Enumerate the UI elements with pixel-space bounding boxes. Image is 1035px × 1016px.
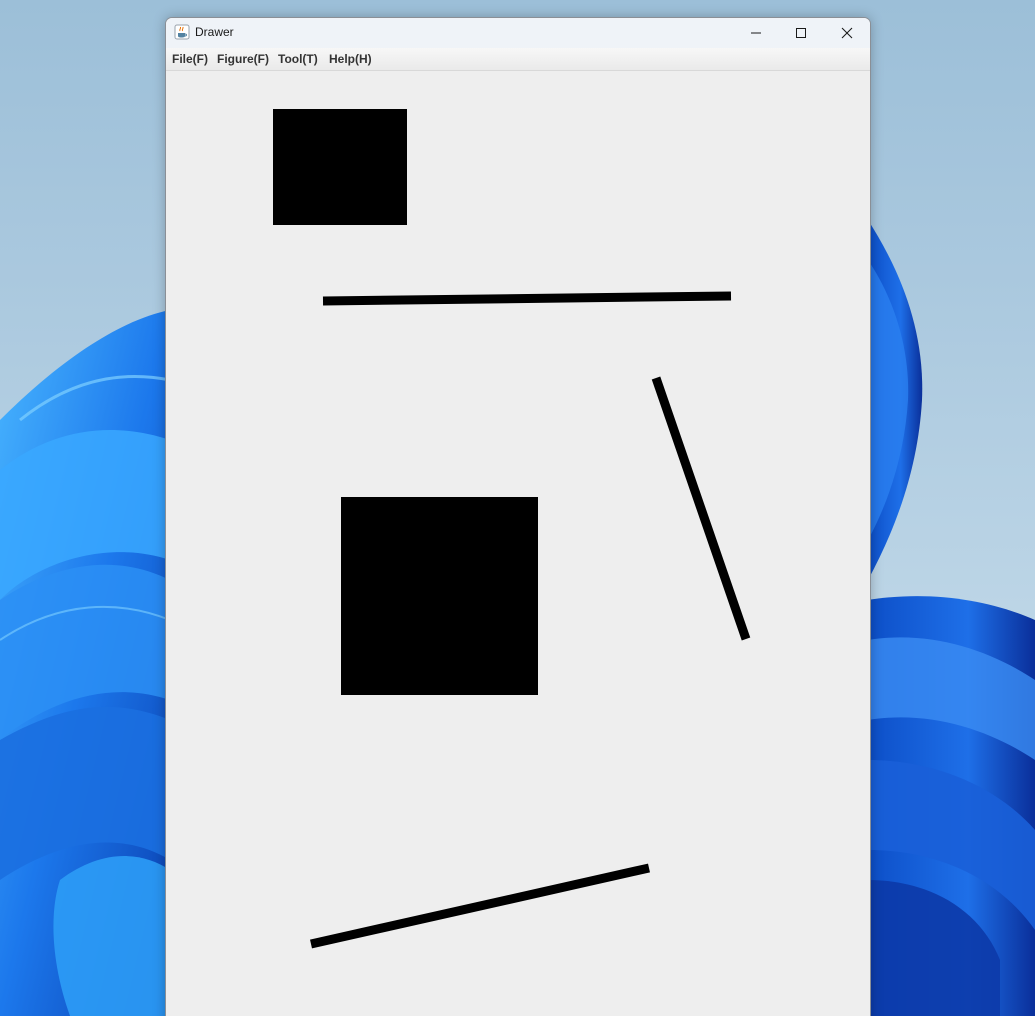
canvas-shapes [273, 109, 751, 949]
drawn-rectangle[interactable] [273, 109, 407, 225]
drawn-line[interactable] [651, 376, 751, 641]
minimize-button[interactable] [733, 18, 778, 48]
menu-figure[interactable]: Figure(F) [217, 52, 269, 66]
window-title: Drawer [195, 25, 234, 39]
close-icon [841, 27, 853, 39]
minimize-icon [751, 32, 761, 34]
drawn-rectangle[interactable] [341, 497, 538, 695]
close-button[interactable] [824, 18, 869, 48]
java-coffee-icon [174, 24, 190, 40]
drawn-line[interactable] [310, 863, 650, 949]
menu-bar: File(F) Figure(F) Tool(T) Help(H) [166, 48, 870, 71]
desktop: Drawer File(F) Figure(F) Tool(T) Help(H) [0, 0, 1035, 1016]
menu-file[interactable]: File(F) [172, 52, 208, 66]
drawer-window: Drawer File(F) Figure(F) Tool(T) Help(H) [165, 17, 871, 1016]
title-bar[interactable]: Drawer [166, 18, 870, 48]
menu-help[interactable]: Help(H) [329, 52, 372, 66]
menu-tool[interactable]: Tool(T) [278, 52, 318, 66]
maximize-button[interactable] [778, 18, 823, 48]
drawing-canvas[interactable] [166, 71, 870, 1016]
drawn-line[interactable] [322, 291, 732, 306]
maximize-icon [796, 28, 806, 38]
